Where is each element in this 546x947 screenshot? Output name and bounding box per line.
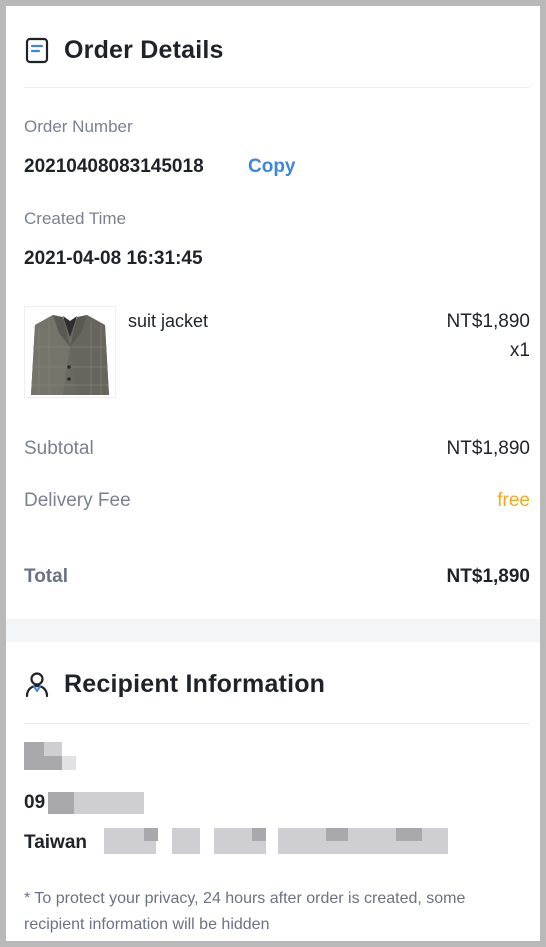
total-value: NT$1,890 [446,566,530,587]
recipient-name-blur [44,742,62,756]
total-label: Total [24,566,68,587]
order-number-value: 20210408083145018 [24,156,204,177]
recipient-info-title: Recipient Information [64,670,326,698]
delivery-fee-value: free [497,490,530,511]
subtotal-label: Subtotal [24,438,94,459]
suit-jacket-illustration [31,315,109,395]
subtotal-value: NT$1,890 [446,438,530,459]
created-time-label: Created Time [24,209,127,228]
recipient-address-blur [144,828,158,841]
product-name: suit jacket [128,311,209,331]
suit-jacket-image[interactable] [24,306,116,398]
recipient-address-blur [172,828,200,854]
document-icon [25,37,49,64]
recipient-address-blur [278,828,448,854]
privacy-note: * To protect your privacy, 24 hours afte… [24,890,466,933]
created-time-value: 2021-04-08 16:31:45 [24,248,203,269]
recipient-address-blur [252,828,266,841]
recipient-country: Taiwan [24,832,87,853]
product-quantity: x1 [509,340,530,361]
order-details-header: Order Details [24,26,530,88]
recipient-phone-prefix: 09 [24,792,46,813]
order-details-card: Order Details Order Number 2021040808314… [6,6,540,619]
product-price: NT$1,890 [446,311,530,332]
recipient-name-blur [24,742,44,756]
person-icon [25,672,49,698]
recipient-address-blur [396,828,422,841]
copy-order-number-button[interactable]: Copy [248,156,296,178]
recipient-name-blur [62,756,76,770]
order-details-title: Order Details [64,36,224,64]
recipient-address-blur [326,828,348,841]
delivery-fee-label: Delivery Fee [24,490,131,511]
recipient-name-blur [24,756,62,770]
recipient-phone-blur [48,792,74,814]
recipient-info-header: Recipient Information [24,660,530,724]
page-frame: Order Details Order Number 2021040808314… [6,6,540,941]
recipient-phone-blur [74,792,144,814]
order-number-label: Order Number [24,117,133,136]
